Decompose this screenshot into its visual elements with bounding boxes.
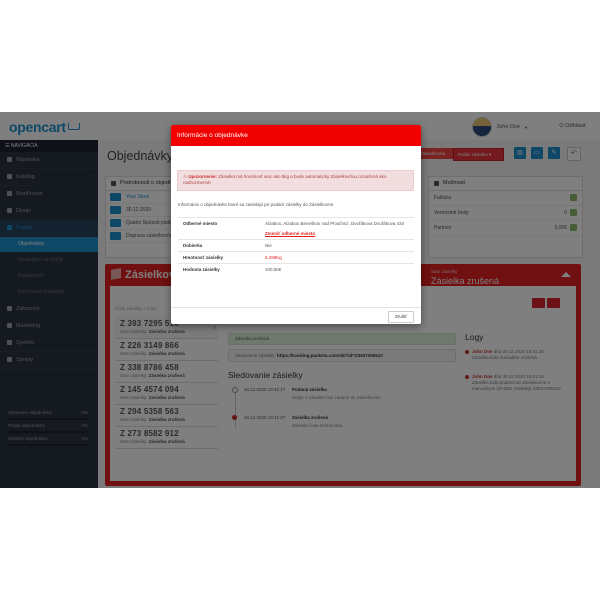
row-value: 5.299Kg bbox=[260, 251, 414, 264]
warning-alert: ⚠ Upozornenie: Zásielka má hmotnosť viac… bbox=[177, 170, 414, 191]
table-row: Hodnota zásielky 100,50€ bbox=[178, 263, 414, 275]
table-row: Hmotnosť zásielky 5.299Kg bbox=[178, 251, 414, 264]
row-key: Dobierka bbox=[178, 239, 260, 252]
row-key: Hodnota zásielky bbox=[178, 263, 260, 275]
order-info-modal: Informácie o objednávke ⚠ Upozornenie: Z… bbox=[171, 125, 421, 324]
order-info-table: Odberné miesto Alzabox, Alzabox Beneškov… bbox=[178, 217, 414, 275]
modal-intro: Informácie o objednávke ktoré sa zasiela… bbox=[178, 202, 335, 207]
change-pickup-point-link[interactable]: Zmeniť odberné miesto bbox=[265, 231, 315, 236]
warning-bold: Upozornenie: bbox=[188, 174, 218, 179]
table-row: Dobierka Nie bbox=[178, 239, 414, 252]
row-key: Odberné miesto bbox=[178, 217, 260, 240]
modal-footer-divider bbox=[171, 307, 421, 308]
row-value: Alzabox, Alzabox Beneškov nad Ploučnicí,… bbox=[260, 217, 414, 240]
row-value: Nie bbox=[260, 239, 414, 252]
opencart-admin: opencart John Doe ▼ ⏻ Odhlásiť ☰ NAVIGÁC… bbox=[0, 112, 600, 488]
table-row: Odberné miesto Alzabox, Alzabox Beneškov… bbox=[178, 217, 414, 240]
row-value: 100,50€ bbox=[260, 263, 414, 275]
modal-title: Informácie o objednávke bbox=[171, 125, 421, 146]
close-button[interactable]: Zrušiť bbox=[388, 311, 414, 323]
pickup-point-value: Alzabox, Alzabox Beneškov nad Ploučnicí,… bbox=[265, 221, 405, 226]
row-key: Hmotnosť zásielky bbox=[178, 251, 260, 264]
